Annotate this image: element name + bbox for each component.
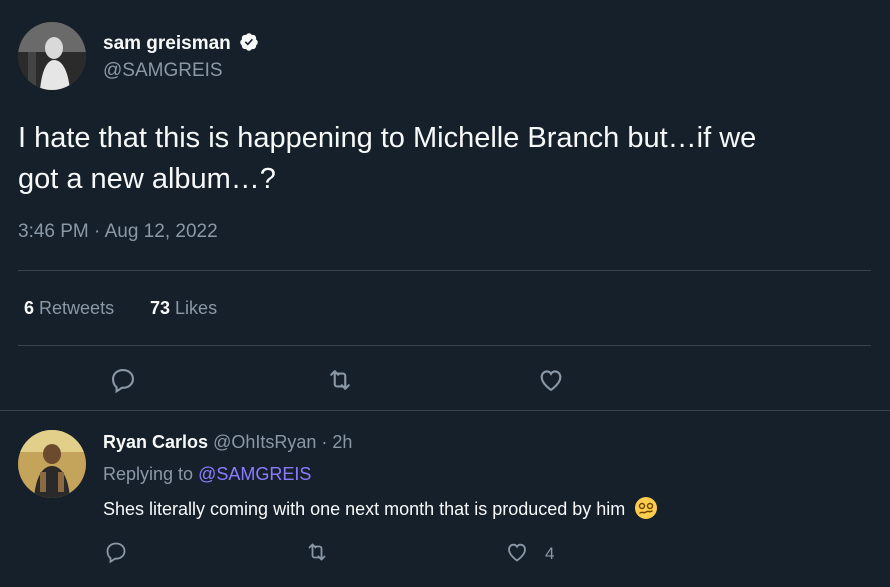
reply-time[interactable]: · 2h xyxy=(321,432,352,452)
divider xyxy=(0,410,890,411)
likes-count: 73 xyxy=(150,298,171,318)
reply-retweet-icon[interactable] xyxy=(305,540,329,564)
likes-stat[interactable]: 73 Likes xyxy=(150,298,217,319)
author-name[interactable]: sam greisman xyxy=(103,32,259,55)
retweet-icon[interactable] xyxy=(326,366,354,394)
author-name-text[interactable]: sam greisman xyxy=(103,33,231,54)
retweets-label: Retweets xyxy=(39,298,115,318)
reply-like-icon[interactable] xyxy=(505,540,529,564)
author-avatar[interactable] xyxy=(18,22,86,90)
tweet-timestamp[interactable]: 3:46 PM · Aug 12, 2022 xyxy=(18,221,218,243)
tweet-text: I hate that this is happening to Michell… xyxy=(18,118,756,200)
author-handle[interactable]: @SAMGREIS xyxy=(103,60,223,82)
avatar-photo xyxy=(18,22,86,90)
reply-author-avatar[interactable] xyxy=(18,430,86,498)
reply-reply-icon[interactable] xyxy=(104,540,128,564)
reply-icon[interactable] xyxy=(109,366,137,394)
retweets-stat[interactable]: 6 Retweets xyxy=(24,298,114,319)
reply-like-count: 4 xyxy=(545,544,555,563)
divider xyxy=(18,345,871,346)
reply-avatar-photo xyxy=(18,430,86,498)
reply-author-handle[interactable]: @OhItsRyan xyxy=(213,432,316,452)
tweet-text-line-1: I hate that this is happening to Michell… xyxy=(18,122,757,154)
tweet-text-line-2: got a new album…? xyxy=(18,163,276,195)
like-icon[interactable] xyxy=(537,366,565,394)
replying-to: Replying to @SAMGREIS xyxy=(103,464,311,485)
retweets-count: 6 xyxy=(24,298,35,318)
verified-badge-icon xyxy=(240,33,258,51)
reply-text: Shes literally coming with one next mont… xyxy=(103,496,658,520)
woozy-face-emoji xyxy=(635,497,658,519)
reply-header: Ryan Carlos @OhItsRyan · 2h xyxy=(103,432,352,453)
replying-to-handle-link[interactable]: @SAMGREIS xyxy=(198,464,311,484)
likes-label: Likes xyxy=(175,298,218,318)
divider xyxy=(18,270,871,271)
replying-to-label: Replying to xyxy=(103,464,194,484)
reply-text-body: Shes literally coming with one next mont… xyxy=(103,499,626,519)
reply-author-name[interactable]: Ryan Carlos xyxy=(103,432,208,452)
